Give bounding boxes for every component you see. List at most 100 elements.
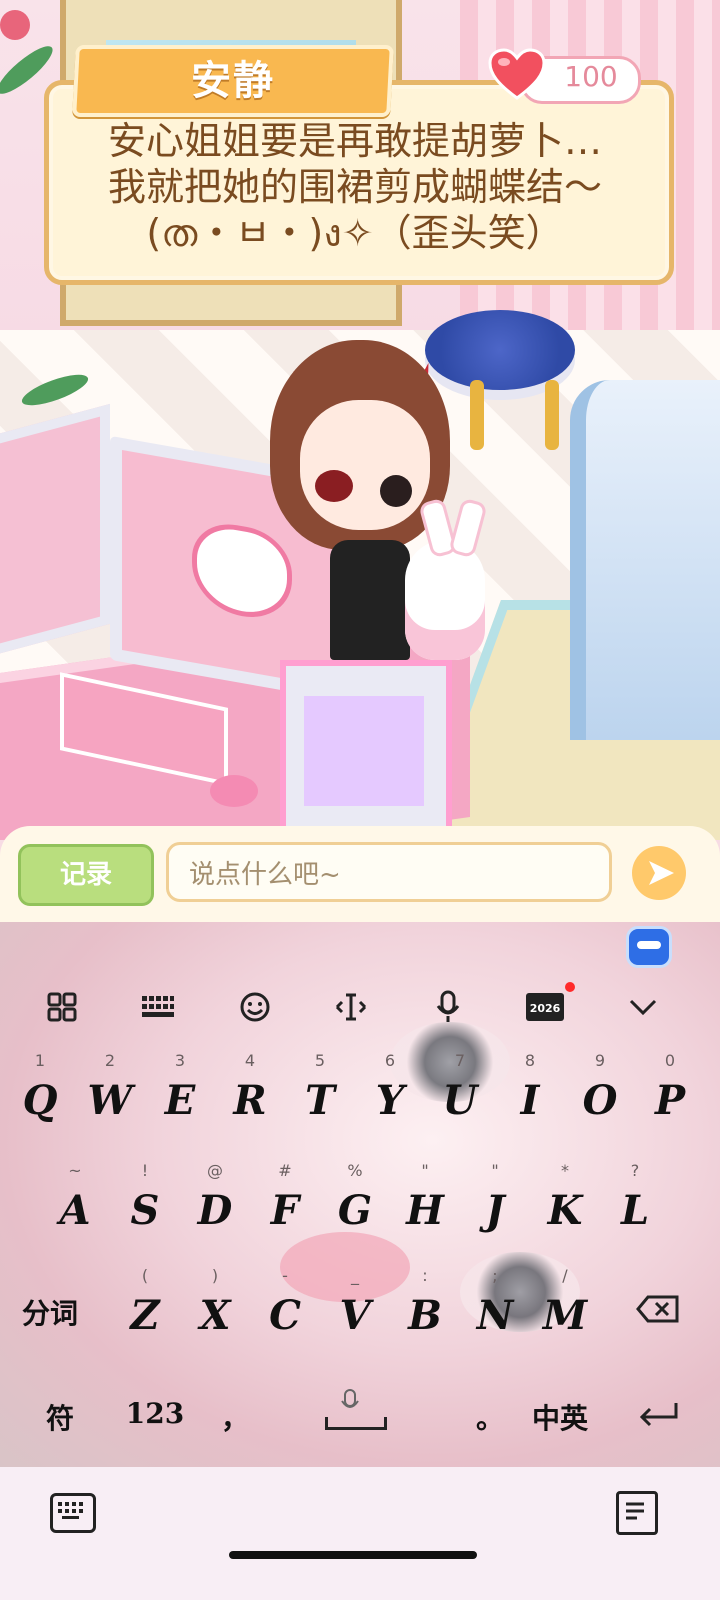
key-label: E	[164, 1077, 196, 1124]
key-label: 。	[475, 1402, 504, 1435]
key-label: L	[620, 1187, 650, 1234]
notification-dot	[565, 982, 575, 992]
key-label: Z	[130, 1292, 160, 1339]
key-c[interactable]: -C	[250, 1262, 320, 1362]
key-w[interactable]: 2W	[75, 1047, 145, 1147]
character-body[interactable]	[330, 540, 410, 660]
assistant-robot-icon[interactable]	[626, 926, 672, 968]
key-hint: "	[421, 1161, 429, 1180]
key-row-2: ~ A ! S @ D # F % G " H " J * K ? L	[0, 1157, 720, 1257]
key-f[interactable]: # F	[250, 1157, 320, 1257]
key-l[interactable]: ? L	[600, 1157, 670, 1257]
key-label: J	[485, 1187, 505, 1234]
key-label: 分词	[21, 1297, 78, 1330]
key-e[interactable]: 3E	[145, 1047, 215, 1147]
pc-inner	[304, 696, 424, 806]
key-g[interactable]: % G	[320, 1157, 390, 1257]
key-z[interactable]: (Z	[110, 1262, 180, 1362]
stool-leg	[470, 380, 484, 450]
key-lang-switch[interactable]: 中英	[525, 1367, 595, 1467]
speaker-name: 安静	[191, 58, 275, 104]
key-hint: (	[141, 1266, 149, 1285]
key-q[interactable]: 1Q	[5, 1047, 75, 1147]
key-label: F	[270, 1187, 300, 1234]
key-period[interactable]: 。	[455, 1367, 525, 1467]
record-button[interactable]: 记录	[18, 844, 154, 906]
backspace-key[interactable]	[620, 1262, 700, 1362]
bunny-plush[interactable]	[405, 540, 485, 660]
key-fenci[interactable]: 分词	[15, 1262, 85, 1362]
space-key[interactable]	[270, 1367, 430, 1467]
heart-wallpaper	[192, 517, 292, 625]
send-button[interactable]	[632, 846, 686, 900]
key-label: C	[269, 1292, 301, 1339]
key-o[interactable]: 9O	[565, 1047, 635, 1147]
key-hint: *	[561, 1161, 569, 1180]
collapse-icon[interactable]	[613, 977, 673, 1037]
key-row-3: 分词 (Z ) X -C _ V :B ; N / M	[0, 1262, 720, 1362]
grid-icon[interactable]	[32, 977, 92, 1037]
chat-input[interactable]: 说点什么吧~	[166, 842, 612, 902]
key-hint: ;	[492, 1266, 498, 1285]
key-hint: ~	[68, 1161, 82, 1180]
cursor-icon[interactable]	[321, 977, 381, 1037]
desk-mouse	[210, 775, 258, 807]
key-symbols[interactable]: 符	[25, 1367, 95, 1467]
enter-key[interactable]	[620, 1367, 700, 1467]
key-u[interactable]: 7U	[425, 1047, 495, 1147]
key-j[interactable]: " J	[460, 1157, 530, 1257]
stool-leg	[545, 380, 559, 450]
key-label: A	[59, 1187, 91, 1234]
character-eye	[380, 475, 412, 507]
key-n[interactable]: ; N	[460, 1262, 530, 1362]
key-v[interactable]: _ V	[320, 1262, 390, 1362]
key-label: S	[130, 1187, 160, 1234]
key-label: Y	[375, 1077, 405, 1124]
key-m[interactable]: / M	[530, 1262, 600, 1362]
key-label: P	[654, 1077, 686, 1124]
dialog-line: (ത・ㅂ・)ง✧（歪头笑）	[146, 211, 564, 255]
key-label: ，	[220, 1402, 249, 1435]
key-h[interactable]: " H	[390, 1157, 460, 1257]
key-label: I	[520, 1077, 540, 1124]
keyboard-layout-icon[interactable]	[128, 977, 188, 1037]
key-p[interactable]: 0P	[635, 1047, 705, 1147]
key-row-4: 符 123 ， 。 中英	[0, 1367, 720, 1467]
key-y[interactable]: 6Y	[355, 1047, 425, 1147]
key-k[interactable]: * K	[530, 1157, 600, 1257]
dialog-text: 安心姐姐要是再敢提胡萝卜… 我就把她的围裙剪成蝴蝶结～ (ത・ㅂ・)ง✧（歪头笑…	[60, 118, 650, 256]
key-x[interactable]: ) X	[180, 1262, 250, 1362]
key-comma[interactable]: ，	[200, 1367, 270, 1467]
emoji-icon[interactable]	[225, 977, 285, 1037]
affection-value: 100	[564, 60, 618, 93]
system-nav-bar	[0, 1467, 720, 1600]
key-r[interactable]: 4R	[215, 1047, 285, 1147]
keyboard-switch-icon[interactable]	[50, 1493, 96, 1533]
dialog-line: 安心姐姐要是再敢提胡萝卜…	[107, 119, 602, 163]
key-label: D	[197, 1187, 233, 1234]
key-hint: 0	[664, 1051, 676, 1070]
clipboard-icon[interactable]	[616, 1491, 658, 1535]
key-s[interactable]: ! S	[110, 1157, 180, 1257]
soft-keyboard: 2026 1Q 2W 3E 4R 5T 6Y 7U 8I 9O 0P ~ A ! S…	[0, 922, 720, 1467]
key-i[interactable]: 8I	[495, 1047, 565, 1147]
key-hint: ?	[630, 1161, 640, 1180]
space-bar-line	[325, 1417, 387, 1430]
home-indicator[interactable]	[229, 1551, 477, 1559]
mic-icon[interactable]	[418, 977, 478, 1037]
key-label: 123	[125, 1397, 185, 1430]
key-a[interactable]: ~ A	[40, 1157, 110, 1257]
key-d[interactable]: @ D	[180, 1157, 250, 1257]
character-face[interactable]	[300, 400, 430, 530]
rose-decoration	[0, 10, 30, 40]
backspace-icon	[636, 1295, 679, 1323]
key-123[interactable]: 123	[115, 1367, 195, 1467]
key-label: T	[305, 1077, 335, 1124]
key-label: R	[233, 1077, 267, 1124]
key-label: 符	[45, 1402, 74, 1435]
key-b[interactable]: :B	[390, 1262, 460, 1362]
key-t[interactable]: 5T	[285, 1047, 355, 1147]
key-hint: -	[282, 1266, 288, 1285]
key-label: Q	[22, 1077, 58, 1124]
key-hint: 5	[314, 1051, 326, 1070]
